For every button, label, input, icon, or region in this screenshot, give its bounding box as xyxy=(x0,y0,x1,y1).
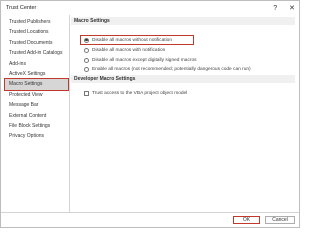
sidebar: Trusted Publishers Trusted Locations Tru… xyxy=(4,17,69,212)
radio-disable-with-notification[interactable]: Disable all macros with notification xyxy=(84,48,165,53)
sidebar-item-protected-view[interactable]: Protected View xyxy=(5,90,68,100)
title-controls: ? ✕ xyxy=(273,5,295,12)
macro-settings-header: Macro Settings xyxy=(71,17,295,25)
checkbox-trust-vba-access[interactable]: Trust access to the VBA project object m… xyxy=(84,91,187,96)
developer-macro-settings-header: Developer Macro Settings xyxy=(71,75,295,83)
radio-enable-all[interactable]: Enable all macros (not recommended; pote… xyxy=(84,66,251,72)
title-bar: Trust Center ? ✕ xyxy=(1,1,299,15)
sidebar-item-trusted-documents[interactable]: Trusted Documents xyxy=(5,38,68,48)
footer: OK Cancel xyxy=(1,213,299,227)
sidebar-item-trusted-add-in-catalogs[interactable]: Trusted Add-in Catalogs xyxy=(5,48,68,58)
cancel-button[interactable]: Cancel xyxy=(265,216,295,224)
checkbox[interactable] xyxy=(84,91,89,96)
sidebar-item-privacy-options[interactable]: Privacy Options xyxy=(5,131,68,141)
radio-disable-except-signed[interactable]: Disable all macros except digitally sign… xyxy=(84,57,197,63)
radio-button-selected[interactable] xyxy=(84,37,89,43)
option-label: Enable all macros (not recommended; pote… xyxy=(92,66,251,72)
sidebar-divider xyxy=(69,15,70,212)
option-label: Disable all macros without notification xyxy=(92,37,172,43)
sidebar-item-activex-settings[interactable]: ActiveX Settings xyxy=(5,69,68,79)
trust-center-dialog: Trust Center ? ✕ Trusted Publishers Trus… xyxy=(0,0,300,228)
window-title: Trust Center xyxy=(6,5,37,11)
sidebar-item-message-bar[interactable]: Message Bar xyxy=(5,100,68,110)
sidebar-item-trusted-locations[interactable]: Trusted Locations xyxy=(5,27,68,37)
main-panel: Macro Settings Disable all macros withou… xyxy=(71,17,295,212)
radio-button[interactable] xyxy=(84,48,89,53)
radio-disable-no-notification[interactable]: Disable all macros without notification xyxy=(84,37,172,43)
ok-button[interactable]: OK xyxy=(233,216,260,224)
help-icon[interactable]: ? xyxy=(273,5,277,12)
radio-button[interactable] xyxy=(84,66,89,72)
radio-button[interactable] xyxy=(84,57,89,63)
sidebar-item-external-content[interactable]: External Content xyxy=(5,111,68,121)
sidebar-item-file-block-settings[interactable]: File Block Settings xyxy=(5,121,68,131)
option-label: Disable all macros with notification xyxy=(92,48,166,53)
sidebar-item-macro-settings[interactable]: Macro Settings xyxy=(4,79,69,91)
option-label: Disable all macros except digitally sign… xyxy=(92,57,197,63)
checkbox-label: Trust access to the VBA project object m… xyxy=(92,91,188,96)
close-icon[interactable]: ✕ xyxy=(289,5,295,12)
sidebar-item-add-ins[interactable]: Add-ins xyxy=(5,59,68,69)
sidebar-item-trusted-publishers[interactable]: Trusted Publishers xyxy=(5,17,68,27)
